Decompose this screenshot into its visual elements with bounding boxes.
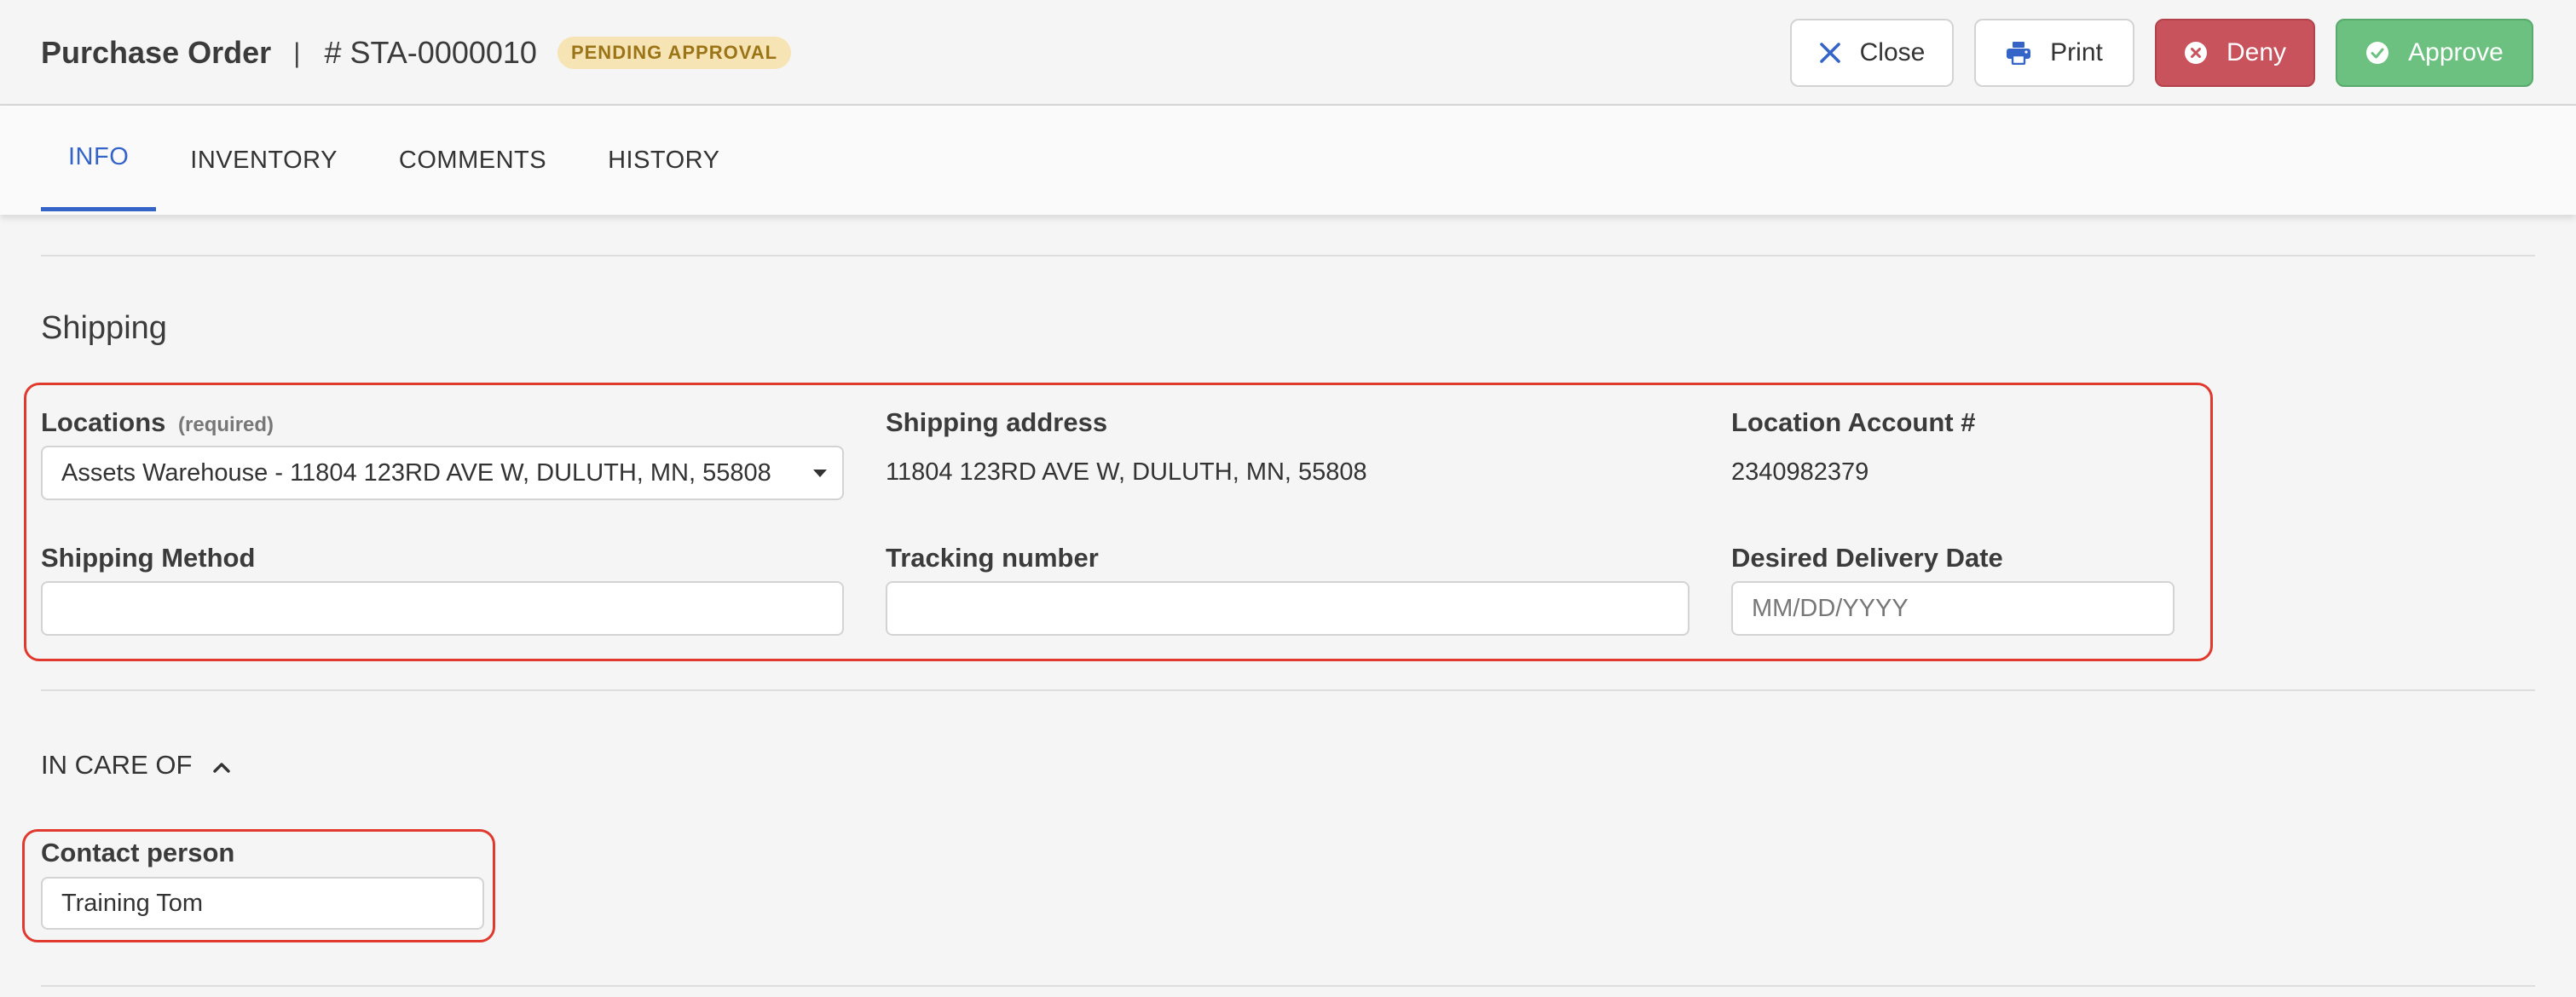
locations-label-text: Locations <box>41 407 166 437</box>
locations-select[interactable]: Assets Warehouse - 11804 123RD AVE W, DU… <box>41 446 844 500</box>
chevron-up-icon <box>212 750 231 781</box>
shipping-address-value: 11804 123RD AVE W, DULUTH, MN, 55808 <box>886 458 1367 486</box>
po-number: # STA-0000010 <box>324 35 537 70</box>
locations-label: Locations (required) <box>41 407 274 438</box>
caret-down-icon <box>813 470 827 477</box>
delivery-date-label: Desired Delivery Date <box>1731 543 2003 573</box>
contact-person-label: Contact person <box>41 838 235 867</box>
close-button-label: Close <box>1859 38 1926 66</box>
printer-icon <box>2006 41 2031 65</box>
shipping-method-input[interactable] <box>41 581 844 636</box>
print-button-label: Print <box>2050 38 2103 66</box>
tab-bar: INFO INVENTORY COMMENTS HISTORY <box>0 106 2576 215</box>
section-divider <box>41 985 2535 987</box>
tracking-number-label: Tracking number <box>886 543 1099 573</box>
x-icon <box>1819 42 1841 64</box>
title-row: Purchase Order | # STA-0000010 PENDING A… <box>41 31 792 75</box>
x-circle-icon <box>2184 41 2208 65</box>
shipping-method-label: Shipping Method <box>41 543 256 573</box>
contact-person-input[interactable]: Training Tom <box>41 877 484 930</box>
in-care-of-title: IN CARE OF <box>41 750 193 780</box>
page-title: Purchase Order <box>41 35 272 70</box>
check-circle-icon <box>2365 41 2389 65</box>
shipping-address-label: Shipping address <box>886 407 1108 437</box>
deny-button-label: Deny <box>2226 38 2287 66</box>
approve-button-label: Approve <box>2408 38 2504 66</box>
title-separator: | <box>293 37 301 68</box>
print-button[interactable]: Print <box>1974 19 2134 87</box>
shipping-section-title: Shipping <box>41 310 167 346</box>
header-bar: Purchase Order | # STA-0000010 PENDING A… <box>0 0 2576 106</box>
location-account-label: Location Account # <box>1731 407 1976 437</box>
in-care-of-toggle[interactable]: IN CARE OF <box>41 748 231 782</box>
tab-history[interactable]: HISTORY <box>608 106 719 215</box>
locations-select-value: Assets Warehouse - 11804 123RD AVE W, DU… <box>61 458 771 487</box>
tracking-number-input[interactable] <box>886 581 1689 636</box>
tab-info[interactable]: INFO <box>41 102 157 211</box>
approve-button[interactable]: Approve <box>2336 19 2533 87</box>
header-actions: Close Print Deny Approve <box>1790 19 2533 87</box>
status-badge: PENDING APPROVAL <box>557 37 792 69</box>
section-divider <box>41 255 2535 256</box>
required-indicator: (required) <box>178 413 274 436</box>
tab-inventory[interactable]: INVENTORY <box>190 106 338 215</box>
location-account-value: 2340982379 <box>1731 458 1869 486</box>
delivery-date-input[interactable]: MM/DD/YYYY <box>1731 581 2175 636</box>
tab-comments[interactable]: COMMENTS <box>399 106 546 215</box>
section-divider <box>41 689 2535 691</box>
close-button[interactable]: Close <box>1790 19 1954 87</box>
deny-button[interactable]: Deny <box>2155 19 2315 87</box>
